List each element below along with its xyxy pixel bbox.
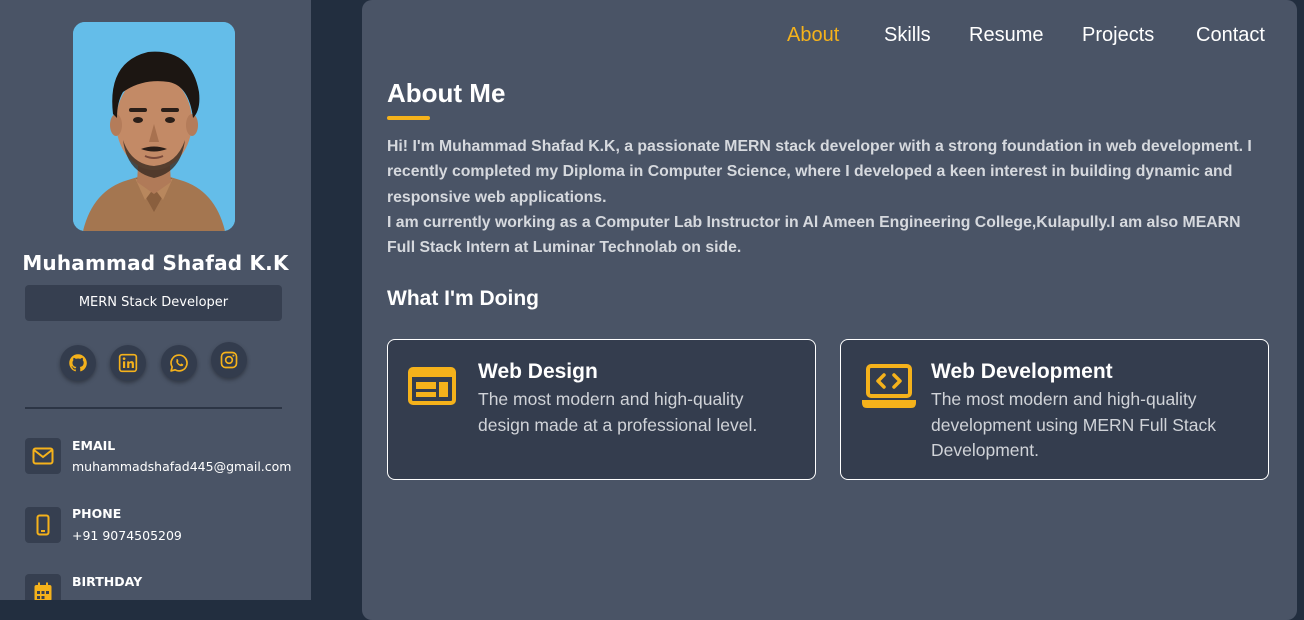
- main-panel: About Skills Resume Projects Contact Abo…: [362, 0, 1297, 620]
- profile-sidebar: Muhammad Shafad K.K MERN Stack Developer: [0, 0, 311, 600]
- card-text: The most modern and high-quality develop…: [931, 389, 1216, 460]
- nav-projects[interactable]: Projects: [1082, 24, 1154, 47]
- service-card-web-design: Web Design The most modern and high-qual…: [387, 339, 816, 480]
- title-underline: [387, 116, 430, 120]
- github-icon: [69, 354, 87, 372]
- card-title: Web Design: [478, 360, 598, 383]
- phone-icon: [36, 514, 50, 536]
- mail-icon: [32, 447, 54, 465]
- avatar: [73, 22, 235, 231]
- about-paragraph-2: I am currently working as a Computer Lab…: [387, 213, 1241, 257]
- birthday-label: BIRTHDAY: [72, 574, 143, 589]
- about-paragraph-1: Hi! I'm Muhammad Shafad K.K, a passionat…: [387, 138, 1252, 206]
- web-design-icon: [408, 367, 456, 405]
- page-title: About Me: [387, 78, 506, 108]
- card-title: Web Development: [931, 360, 1113, 383]
- birthday-icon-box: [25, 574, 61, 600]
- email-label: EMAIL: [72, 438, 116, 453]
- nav-contact[interactable]: Contact: [1196, 24, 1265, 47]
- instagram-icon: [220, 351, 238, 369]
- linkedin-button[interactable]: [110, 345, 146, 381]
- phone-label: PHONE: [72, 506, 122, 521]
- sidebar-divider: [25, 407, 282, 409]
- calendar-icon: [34, 582, 52, 600]
- role-badge: MERN Stack Developer: [25, 285, 282, 321]
- profile-name: Muhammad Shafad K.K: [22, 251, 289, 275]
- about-text: Hi! I'm Muhammad Shafad K.K, a passionat…: [387, 134, 1272, 260]
- nav-skills[interactable]: Skills: [884, 24, 931, 47]
- nav-about[interactable]: About: [787, 24, 839, 47]
- linkedin-icon: [118, 353, 138, 373]
- github-button[interactable]: [60, 345, 96, 381]
- whatsapp-button[interactable]: [161, 345, 197, 381]
- email-value[interactable]: muhammadshafad445@gmail.com: [72, 459, 291, 474]
- laptop-code-icon: [862, 364, 916, 408]
- instagram-button[interactable]: [211, 342, 247, 378]
- nav-resume[interactable]: Resume: [969, 24, 1043, 47]
- section-title: What I'm Doing: [387, 287, 539, 310]
- card-text: The most modern and high-quality design …: [478, 389, 758, 435]
- whatsapp-icon: [170, 354, 188, 372]
- phone-value[interactable]: +91 9074505209: [72, 528, 182, 543]
- service-card-web-development: Web Development The most modern and high…: [840, 339, 1269, 480]
- phone-icon-box: [25, 507, 61, 543]
- email-icon-box: [25, 438, 61, 474]
